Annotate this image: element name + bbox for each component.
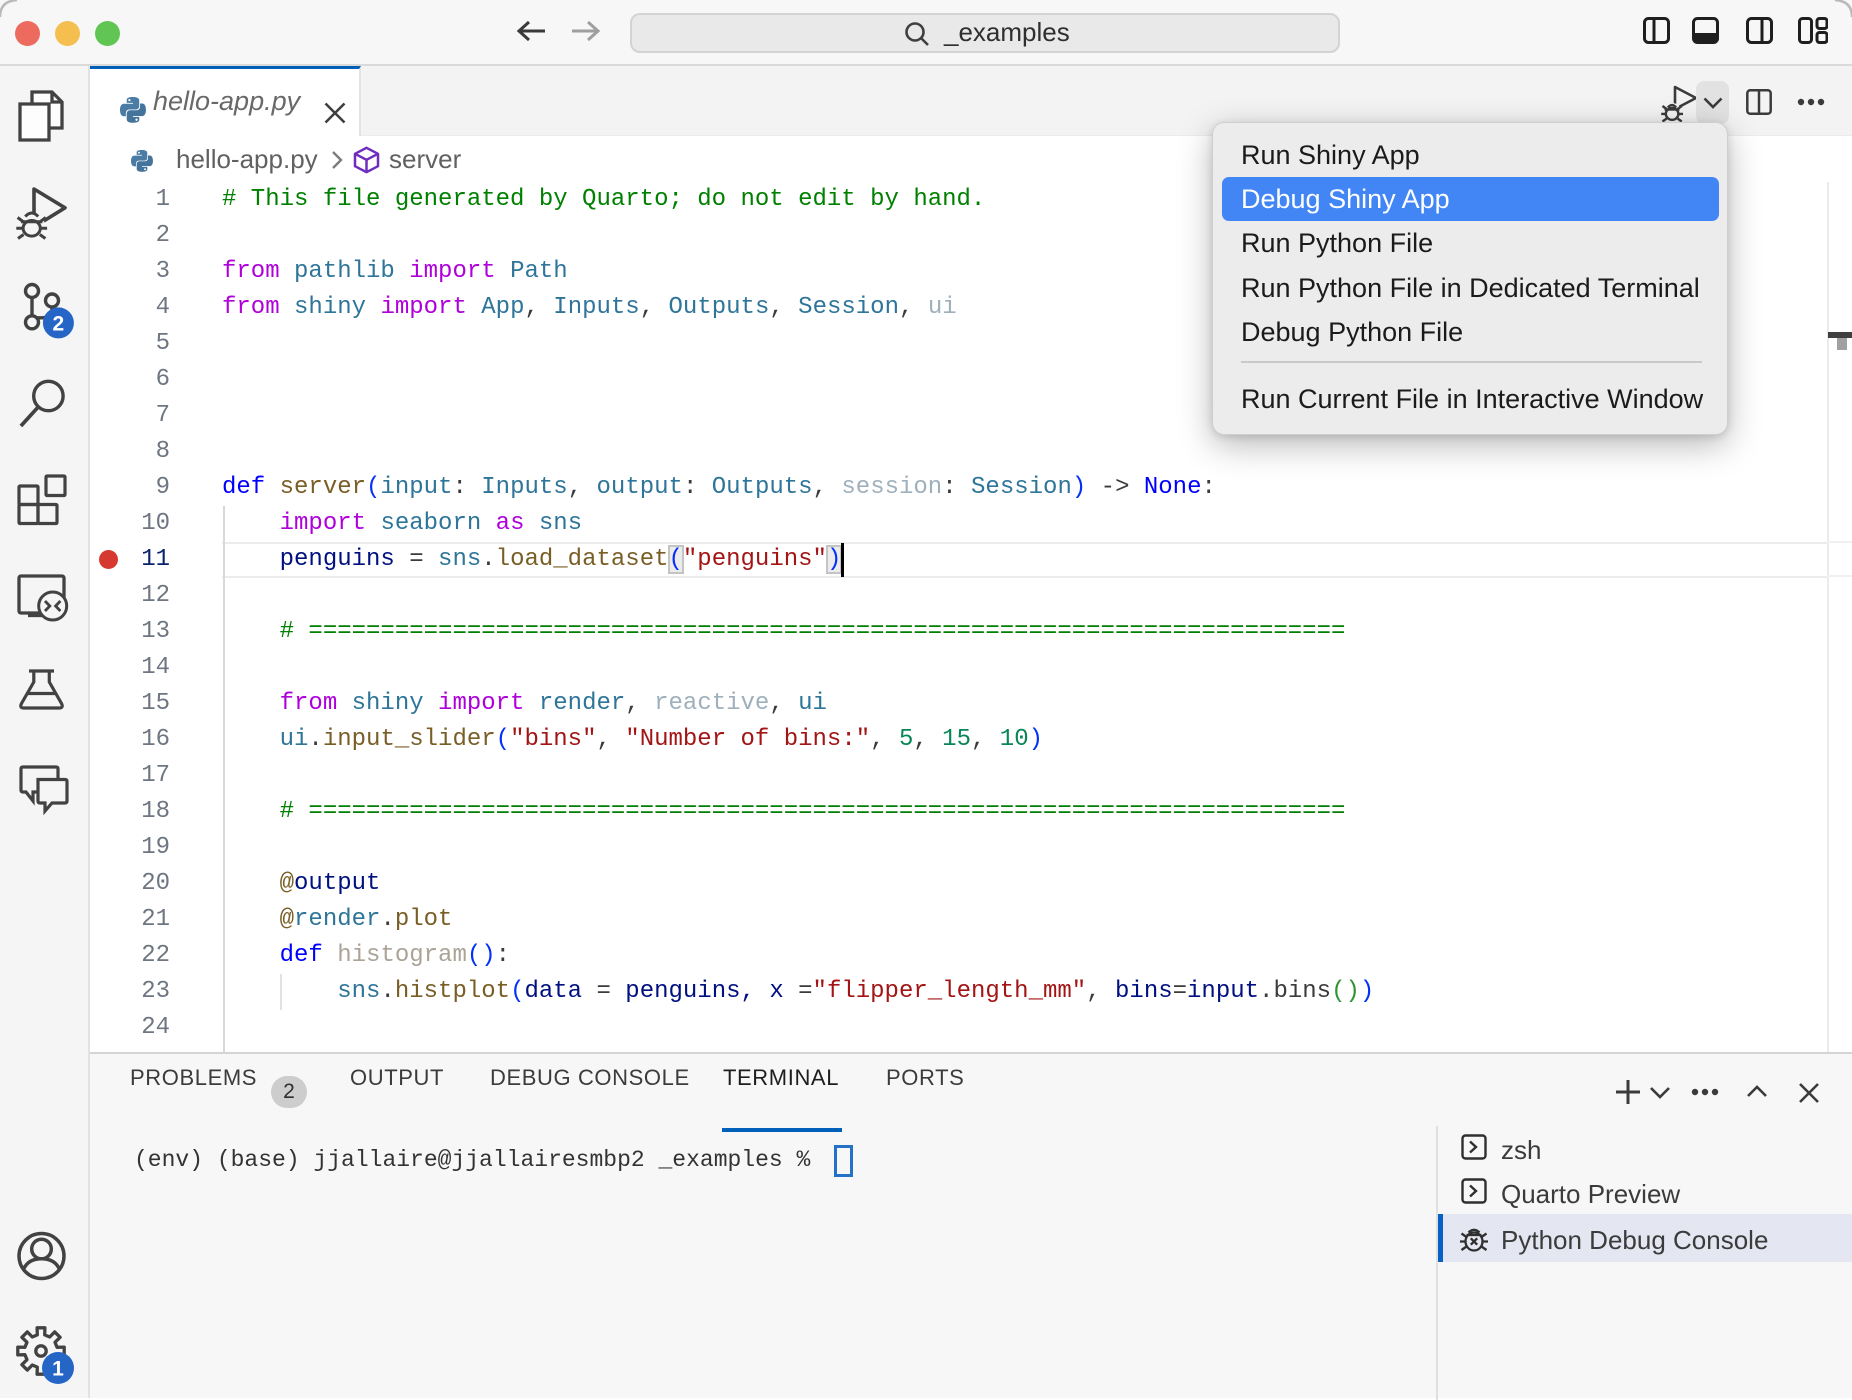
svg-text:2: 2: [53, 312, 65, 335]
svg-text:1: 1: [52, 1358, 64, 1381]
